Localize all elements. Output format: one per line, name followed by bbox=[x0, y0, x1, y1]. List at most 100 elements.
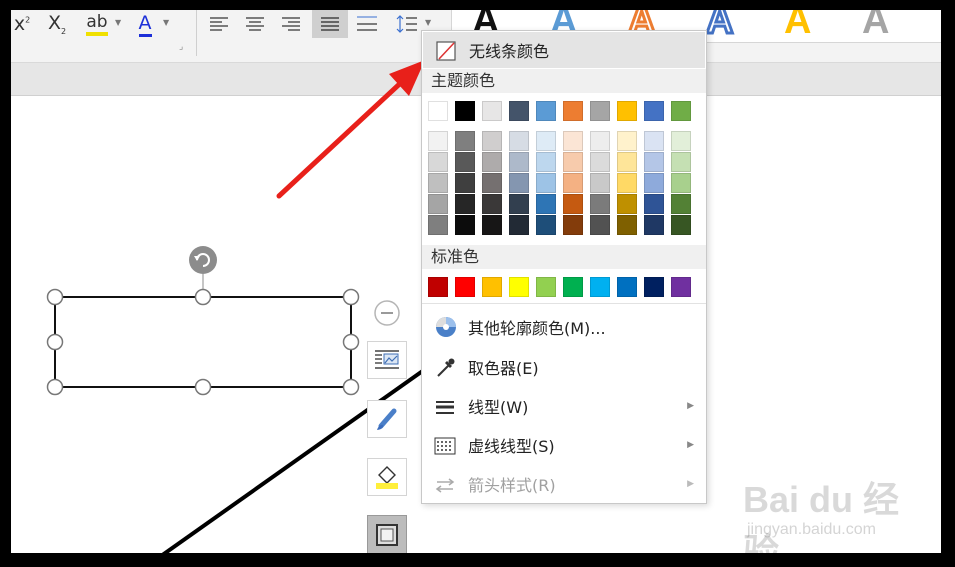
standard-color-swatch[interactable] bbox=[509, 277, 529, 297]
standard-color-swatch[interactable] bbox=[455, 277, 475, 297]
theme-shade-swatch[interactable] bbox=[563, 194, 583, 214]
theme-shade-swatch[interactable] bbox=[509, 152, 529, 172]
theme-shade-swatch[interactable] bbox=[455, 131, 475, 151]
wordart-style-gray-icon[interactable]: A bbox=[862, 10, 889, 43]
theme-shade-swatch[interactable] bbox=[536, 215, 556, 235]
theme-shade-swatch[interactable] bbox=[482, 152, 502, 172]
theme-shade-swatch[interactable] bbox=[617, 131, 637, 151]
align-right-button[interactable] bbox=[279, 12, 303, 36]
theme-shade-swatch[interactable] bbox=[482, 173, 502, 193]
theme-shade-swatch[interactable] bbox=[563, 152, 583, 172]
standard-color-swatch[interactable] bbox=[482, 277, 502, 297]
resize-handle-right[interactable] bbox=[342, 333, 360, 351]
theme-shade-swatch[interactable] bbox=[455, 173, 475, 193]
theme-shade-swatch[interactable] bbox=[482, 194, 502, 214]
theme-shade-swatch[interactable] bbox=[509, 215, 529, 235]
theme-shade-swatch[interactable] bbox=[671, 173, 691, 193]
theme-shade-swatch[interactable] bbox=[644, 131, 664, 151]
eyedropper-item[interactable]: 取色器(E) bbox=[422, 349, 706, 385]
theme-color-swatch[interactable] bbox=[428, 101, 448, 121]
standard-color-swatch[interactable] bbox=[536, 277, 556, 297]
theme-shade-swatch[interactable] bbox=[455, 215, 475, 235]
standard-color-swatch[interactable] bbox=[563, 277, 583, 297]
resize-handle-top[interactable] bbox=[194, 288, 212, 306]
resize-handle-left[interactable] bbox=[46, 333, 64, 351]
align-left-button[interactable] bbox=[207, 12, 231, 36]
theme-shade-swatch[interactable] bbox=[428, 131, 448, 151]
standard-color-swatch[interactable] bbox=[671, 277, 691, 297]
resize-handle-top-left[interactable] bbox=[46, 288, 64, 306]
theme-shade-swatch[interactable] bbox=[671, 194, 691, 214]
theme-color-swatch[interactable] bbox=[617, 101, 637, 121]
more-outline-colors-item[interactable]: 其他轮廓颜色(M)... bbox=[422, 309, 706, 345]
theme-shade-swatch[interactable] bbox=[428, 215, 448, 235]
theme-shade-swatch[interactable] bbox=[617, 215, 637, 235]
distribute-button[interactable] bbox=[355, 12, 379, 36]
wordart-style-gold-icon[interactable]: A bbox=[784, 10, 811, 43]
theme-color-swatch[interactable] bbox=[590, 101, 610, 121]
theme-shade-swatch[interactable] bbox=[590, 194, 610, 214]
theme-shade-swatch[interactable] bbox=[509, 173, 529, 193]
theme-shade-swatch[interactable] bbox=[536, 152, 556, 172]
align-center-button[interactable] bbox=[243, 12, 267, 36]
resize-handle-top-right[interactable] bbox=[342, 288, 360, 306]
standard-color-swatch[interactable] bbox=[590, 277, 610, 297]
theme-shade-swatch[interactable] bbox=[563, 173, 583, 193]
theme-shade-swatch[interactable] bbox=[617, 173, 637, 193]
dash-style-item[interactable]: 虚线线型(S) ▶ bbox=[422, 427, 706, 463]
theme-shade-swatch[interactable] bbox=[428, 173, 448, 193]
theme-shade-swatch[interactable] bbox=[563, 131, 583, 151]
theme-shade-swatch[interactable] bbox=[482, 131, 502, 151]
theme-shade-swatch[interactable] bbox=[590, 131, 610, 151]
selected-rectangle-shape[interactable] bbox=[54, 296, 352, 388]
justify-button[interactable] bbox=[312, 10, 348, 38]
theme-color-swatch[interactable] bbox=[482, 101, 502, 121]
resize-handle-bottom-left[interactable] bbox=[46, 378, 64, 396]
theme-shade-swatch[interactable] bbox=[590, 215, 610, 235]
theme-shade-swatch[interactable] bbox=[590, 152, 610, 172]
line-style-item[interactable]: 线型(W) ▶ bbox=[422, 388, 706, 424]
subscript-button[interactable]: X2 bbox=[45, 12, 69, 36]
highlight-dropdown-icon[interactable]: ▼ bbox=[115, 18, 121, 27]
theme-color-swatch[interactable] bbox=[563, 101, 583, 121]
resize-handle-bottom-right[interactable] bbox=[342, 378, 360, 396]
theme-shade-swatch[interactable] bbox=[671, 215, 691, 235]
theme-shade-swatch[interactable] bbox=[644, 173, 664, 193]
theme-shade-swatch[interactable] bbox=[509, 131, 529, 151]
theme-color-swatch[interactable] bbox=[536, 101, 556, 121]
theme-color-swatch[interactable] bbox=[455, 101, 475, 121]
standard-color-swatch[interactable] bbox=[428, 277, 448, 297]
shape-outline-button[interactable] bbox=[367, 515, 407, 553]
theme-shade-swatch[interactable] bbox=[644, 152, 664, 172]
theme-shade-swatch[interactable] bbox=[536, 173, 556, 193]
superscript-button[interactable]: x2 bbox=[11, 12, 33, 36]
theme-shade-swatch[interactable] bbox=[671, 131, 691, 151]
rotate-handle-icon[interactable] bbox=[189, 246, 217, 274]
line-spacing-button[interactable] bbox=[395, 12, 419, 36]
theme-shade-swatch[interactable] bbox=[563, 215, 583, 235]
theme-shade-swatch[interactable] bbox=[482, 215, 502, 235]
highlight-button[interactable]: ab bbox=[83, 12, 111, 36]
theme-shade-swatch[interactable] bbox=[428, 194, 448, 214]
standard-color-swatch[interactable] bbox=[644, 277, 664, 297]
theme-shade-swatch[interactable] bbox=[617, 194, 637, 214]
theme-shade-swatch[interactable] bbox=[590, 173, 610, 193]
collapse-minus-icon[interactable] bbox=[374, 300, 400, 326]
layout-options-button[interactable] bbox=[367, 341, 407, 379]
standard-color-swatch[interactable] bbox=[617, 277, 637, 297]
theme-color-swatch[interactable] bbox=[671, 101, 691, 121]
theme-shade-swatch[interactable] bbox=[428, 152, 448, 172]
no-line-color-item[interactable]: 无线条颜色 bbox=[423, 32, 705, 68]
theme-shade-swatch[interactable] bbox=[644, 215, 664, 235]
shape-fill-button[interactable] bbox=[367, 458, 407, 496]
theme-shade-swatch[interactable] bbox=[644, 194, 664, 214]
theme-shade-swatch[interactable] bbox=[536, 131, 556, 151]
line-spacing-dropdown-icon[interactable]: ▼ bbox=[425, 18, 431, 27]
shape-style-button[interactable] bbox=[367, 400, 407, 438]
wordart-style-blue-outline-icon[interactable]: A bbox=[704, 10, 735, 44]
theme-shade-swatch[interactable] bbox=[536, 194, 556, 214]
resize-handle-bottom[interactable] bbox=[194, 378, 212, 396]
theme-shade-swatch[interactable] bbox=[455, 152, 475, 172]
theme-shade-swatch[interactable] bbox=[671, 152, 691, 172]
font-color-button[interactable]: A bbox=[133, 12, 157, 37]
